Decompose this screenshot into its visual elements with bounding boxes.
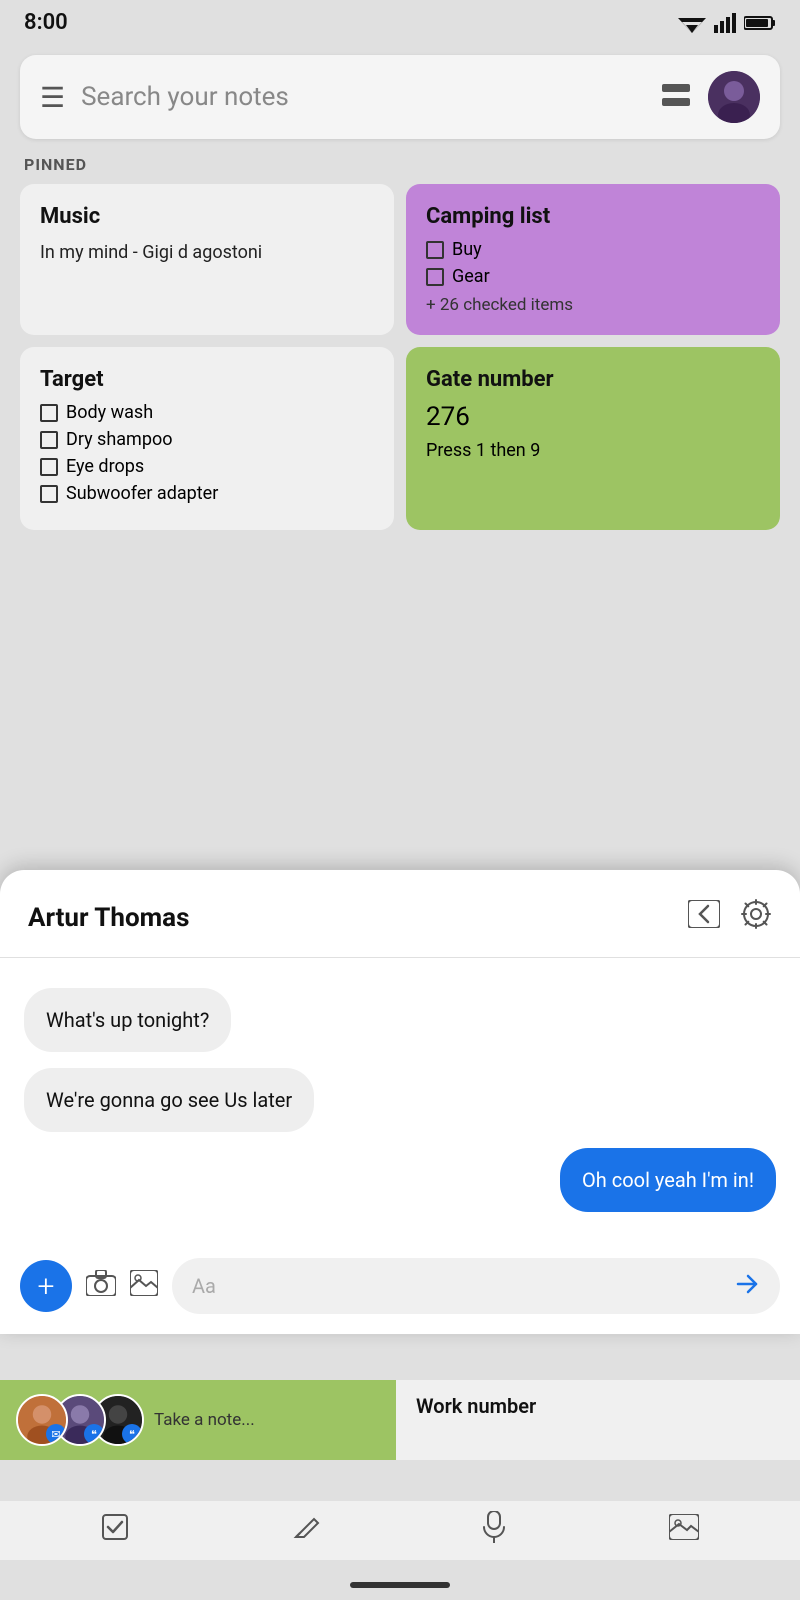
avatar-2-badge: ❝ bbox=[84, 1424, 104, 1444]
note-gate-number: 276 bbox=[426, 402, 760, 432]
chat-input-bar: + Aa bbox=[0, 1242, 800, 1334]
chat-messages: What's up tonight? We're gonna go see Us… bbox=[0, 958, 800, 1242]
checkbox-eyedrops bbox=[40, 458, 58, 476]
avatar-3-badge: ❝ bbox=[122, 1424, 142, 1444]
message-2: We're gonna go see Us later bbox=[24, 1068, 314, 1132]
pinned-label: PINNED bbox=[24, 155, 776, 174]
chat-header: Artur Thomas bbox=[0, 870, 800, 958]
checkbox-subwoofer bbox=[40, 485, 58, 503]
user-avatar[interactable] bbox=[708, 71, 760, 123]
note-music-body: In my mind - Gigi d agostoni bbox=[40, 239, 374, 266]
status-time: 8:00 bbox=[24, 10, 68, 35]
bottom-note-left[interactable]: ✉ ❝ ❝ Take a note... bbox=[0, 1380, 396, 1460]
add-button[interactable]: + bbox=[20, 1260, 72, 1312]
note-gate-instruction: Press 1 then 9 bbox=[426, 440, 760, 461]
avatar-1-badge: ✉ bbox=[46, 1424, 66, 1444]
bottom-strip: ✉ ❝ ❝ Take a note... Work number bbox=[0, 1380, 800, 1460]
search-bar[interactable]: ☰ Search your notes bbox=[20, 55, 780, 139]
status-bar: 8:00 bbox=[0, 0, 800, 45]
chat-contact-name: Artur Thomas bbox=[28, 903, 189, 933]
chat-header-icons bbox=[688, 898, 772, 937]
image-tool-icon[interactable] bbox=[669, 1514, 699, 1547]
search-placeholder: Search your notes bbox=[81, 82, 646, 112]
chat-overlay: Artur Thomas What's up tonight? We're go… bbox=[0, 870, 800, 1334]
status-icons bbox=[678, 13, 776, 33]
avatar-1: ✉ bbox=[16, 1394, 68, 1446]
message-1: What's up tonight? bbox=[24, 988, 231, 1052]
pen-tool-icon[interactable] bbox=[292, 1513, 320, 1548]
bottom-note-right[interactable]: Work number bbox=[396, 1380, 800, 1460]
take-note-label: Take a note... bbox=[154, 1410, 255, 1430]
notes-grid: Music In my mind - Gigi d agostoni Campi… bbox=[0, 184, 800, 530]
back-icon[interactable] bbox=[688, 900, 720, 935]
bottom-avatars: ✉ ❝ ❝ bbox=[16, 1394, 144, 1446]
bottom-toolbar bbox=[0, 1501, 800, 1560]
checkbox-gear bbox=[426, 268, 444, 286]
checkbox-bodywash bbox=[40, 404, 58, 422]
camera-icon[interactable] bbox=[86, 1270, 116, 1303]
chat-input-field[interactable]: Aa bbox=[172, 1258, 780, 1314]
checkbox-buy bbox=[426, 241, 444, 259]
checkbox-tool-icon[interactable] bbox=[101, 1513, 129, 1548]
input-placeholder: Aa bbox=[192, 1274, 216, 1298]
hamburger-icon[interactable]: ☰ bbox=[40, 81, 65, 114]
note-camping[interactable]: Camping list Buy Gear + 26 checked items bbox=[406, 184, 780, 335]
camping-more-items: + 26 checked items bbox=[426, 295, 760, 315]
settings-icon[interactable] bbox=[740, 898, 772, 937]
note-target-title: Target bbox=[40, 367, 374, 392]
layout-toggle-icon[interactable] bbox=[662, 84, 692, 110]
mic-tool-icon[interactable] bbox=[482, 1511, 506, 1550]
note-gate-title: Gate number bbox=[426, 367, 760, 392]
note-music[interactable]: Music In my mind - Gigi d agostoni bbox=[20, 184, 394, 335]
camping-item-gear: Gear bbox=[426, 266, 760, 287]
image-icon[interactable] bbox=[130, 1270, 158, 1303]
signal-icon bbox=[714, 13, 736, 33]
bottom-note-right-title: Work number bbox=[416, 1394, 780, 1418]
home-indicator bbox=[350, 1582, 450, 1588]
wifi-icon bbox=[678, 13, 706, 33]
note-target[interactable]: Target Body wash Dry shampoo Eye drops S… bbox=[20, 347, 394, 530]
camping-item-buy: Buy bbox=[426, 239, 760, 260]
message-3: Oh cool yeah I'm in! bbox=[560, 1148, 776, 1212]
send-icon[interactable] bbox=[734, 1272, 760, 1300]
checkbox-dryshampoo bbox=[40, 431, 58, 449]
note-music-title: Music bbox=[40, 204, 374, 229]
note-gate[interactable]: Gate number 276 Press 1 then 9 bbox=[406, 347, 780, 530]
battery-icon bbox=[744, 15, 776, 31]
note-camping-title: Camping list bbox=[426, 204, 760, 229]
